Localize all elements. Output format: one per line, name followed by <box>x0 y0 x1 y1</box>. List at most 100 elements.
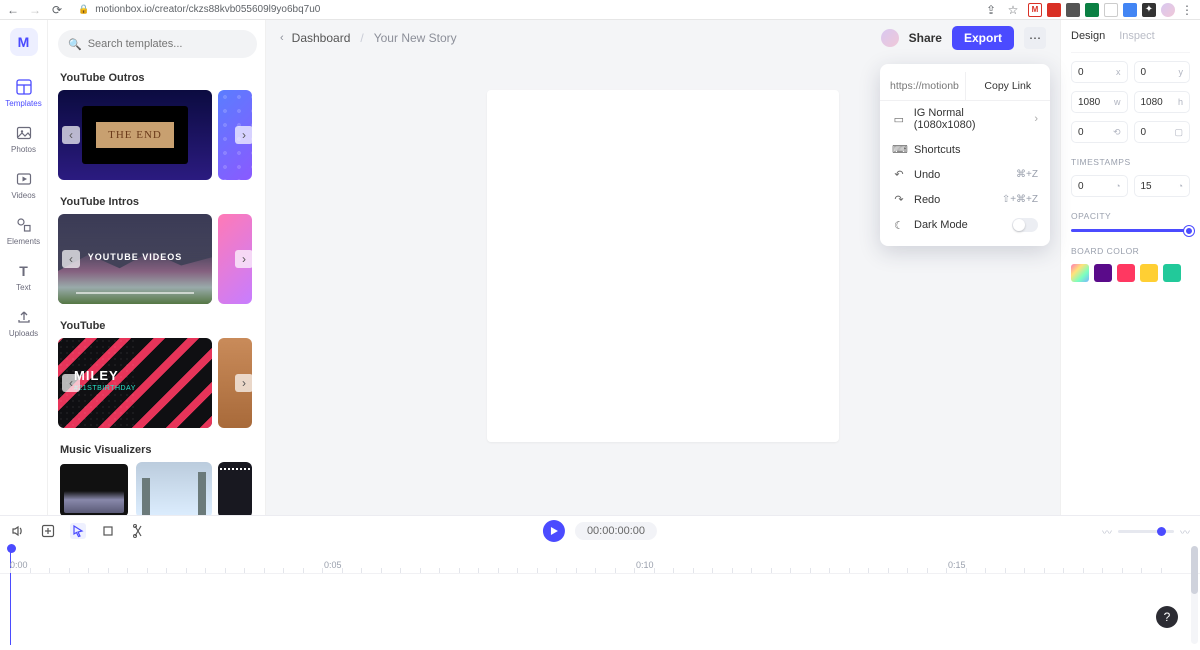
timeline-scrollbar[interactable] <box>1191 546 1198 644</box>
template-card[interactable]: THE END <box>58 90 212 180</box>
y-field[interactable]: 0y <box>1134 61 1191 83</box>
section-title: YouTube Intros <box>60 196 257 208</box>
nav-reload-icon[interactable]: ⟳ <box>50 3 64 17</box>
share-button[interactable]: Share <box>909 31 942 45</box>
timeline-ruler[interactable]: 0:00 0:05 0:10 0:15 <box>0 546 1200 574</box>
lock-icon: ⟲ <box>1113 127 1121 138</box>
width-field[interactable]: 1080w <box>1071 91 1128 113</box>
corner-icon: ▢ <box>1174 127 1183 138</box>
help-button[interactable]: ? <box>1156 606 1178 628</box>
color-swatch[interactable] <box>1094 264 1112 282</box>
more-menu-button[interactable]: ⋯ <box>1024 27 1046 49</box>
ext-icon[interactable] <box>1066 3 1080 17</box>
template-carousel: THE END ‹ › <box>58 90 257 180</box>
ext-icon[interactable] <box>1085 3 1099 17</box>
color-swatch[interactable] <box>1071 264 1089 282</box>
extension-icons: M ✦ ⋮ <box>1028 3 1194 17</box>
breadcrumb-parent[interactable]: Dashboard <box>292 31 351 45</box>
redo-icon: ↷ <box>892 193 906 206</box>
zoom-out-waveform-icon[interactable]: 〰 <box>1102 524 1112 539</box>
rail-uploads[interactable]: Uploads <box>0 300 48 346</box>
shortcuts-row[interactable]: ⌨ Shortcuts <box>880 137 1050 162</box>
zoom-in-waveform-icon[interactable]: 〰 <box>1180 524 1190 539</box>
template-card[interactable]: YOUTUBE VIDEOS <box>58 214 212 304</box>
section-title: YouTube <box>60 320 257 332</box>
section-title: Music Visualizers <box>60 444 257 456</box>
browser-menu-icon[interactable]: ⋮ <box>1180 3 1194 17</box>
split-icon[interactable] <box>130 523 146 539</box>
board-color-swatches <box>1071 264 1190 282</box>
template-card-peek[interactable] <box>218 462 252 518</box>
color-swatch[interactable] <box>1140 264 1158 282</box>
template-card[interactable]: MILEY #21STBIRTHDAY <box>58 338 212 428</box>
undo-row[interactable]: ↶ Undo ⌘+Z <box>880 162 1050 187</box>
stop-icon[interactable] <box>100 523 116 539</box>
undo-icon: ↶ <box>892 168 906 181</box>
app-logo[interactable]: M <box>10 28 38 56</box>
ext-icon[interactable] <box>1047 3 1061 17</box>
radius-y-field[interactable]: 0▢ <box>1134 121 1191 143</box>
template-card[interactable] <box>58 462 130 518</box>
dark-mode-row[interactable]: ☾ Dark Mode <box>880 212 1050 238</box>
ext-icon[interactable] <box>1104 3 1118 17</box>
nav-back-icon[interactable]: ← <box>6 3 20 17</box>
avatar[interactable] <box>881 29 899 47</box>
add-track-icon[interactable] <box>40 523 56 539</box>
breadcrumb-back-icon[interactable]: ‹ <box>280 32 284 44</box>
star-icon[interactable]: ☆ <box>1006 3 1020 17</box>
template-carousel: MILEY #21STBIRTHDAY ‹ › <box>58 338 257 428</box>
play-button[interactable] <box>543 520 565 542</box>
gmail-icon[interactable]: M <box>1028 3 1042 17</box>
export-button[interactable]: Export <box>952 26 1014 50</box>
carousel-prev-icon[interactable]: ‹ <box>62 374 80 392</box>
profile-avatar-icon[interactable] <box>1161 3 1175 17</box>
carousel-next-icon[interactable]: › <box>235 374 253 392</box>
carousel-next-icon[interactable]: › <box>235 126 253 144</box>
color-swatch[interactable] <box>1163 264 1181 282</box>
time-end-field[interactable]: 15◔ <box>1134 175 1191 197</box>
redo-row[interactable]: ↷ Redo ⇧+⌘+Z <box>880 187 1050 212</box>
x-field[interactable]: 0x <box>1071 61 1128 83</box>
timeline-zoom-slider[interactable] <box>1118 530 1174 533</box>
copy-link-button[interactable]: Copy Link <box>966 72 1051 100</box>
pointer-tool-icon[interactable] <box>70 523 86 539</box>
clock-icon: ◔ <box>1178 181 1183 191</box>
template-search[interactable]: 🔍 <box>58 30 257 58</box>
carousel-next-icon[interactable]: › <box>235 250 253 268</box>
rail-text[interactable]: T Text <box>0 254 48 300</box>
lock-icon: 🔒 <box>78 4 89 15</box>
canvas-size-row[interactable]: ▭ IG Normal (1080x1080) › <box>880 101 1050 137</box>
rail-templates[interactable]: Templates <box>0 70 48 116</box>
volume-icon[interactable] <box>10 523 26 539</box>
rail-elements[interactable]: Elements <box>0 208 48 254</box>
template-card[interactable] <box>136 462 212 518</box>
nav-forward-icon[interactable]: → <box>28 3 42 17</box>
dark-mode-toggle[interactable] <box>1012 218 1038 232</box>
ext-icon[interactable] <box>1123 3 1137 17</box>
keyboard-icon: ⌨ <box>892 143 906 156</box>
color-swatch[interactable] <box>1117 264 1135 282</box>
share-page-icon[interactable]: ⇪ <box>984 3 998 17</box>
timeline-tracks[interactable] <box>0 574 1200 644</box>
rail-videos[interactable]: Videos <box>0 162 48 208</box>
carousel-prev-icon[interactable]: ‹ <box>62 250 80 268</box>
url-bar[interactable]: 🔒 motionbox.io/creator/ckzs88kvb055609l9… <box>72 2 976 18</box>
tab-design[interactable]: Design <box>1071 30 1105 42</box>
clock-icon: ◔ <box>1115 181 1120 191</box>
rail-photos[interactable]: Photos <box>0 116 48 162</box>
browser-chrome: ← → ⟳ 🔒 motionbox.io/creator/ckzs88kvb05… <box>0 0 1200 20</box>
board-color-label: BOARD COLOR <box>1071 246 1190 256</box>
chevron-right-icon: › <box>1034 113 1038 125</box>
opacity-slider[interactable] <box>1071 229 1190 232</box>
search-input[interactable] <box>88 38 247 50</box>
share-url-preview: https://motionb <box>880 72 966 100</box>
carousel-prev-icon[interactable]: ‹ <box>62 126 80 144</box>
extensions-icon[interactable]: ✦ <box>1142 3 1156 17</box>
url-text: motionbox.io/creator/ckzs88kvb055609l9yo… <box>95 4 320 15</box>
canvas[interactable] <box>487 90 839 442</box>
time-start-field[interactable]: 0◔ <box>1071 175 1128 197</box>
template-carousel: YOUTUBE VIDEOS ‹ › <box>58 214 257 304</box>
radius-x-field[interactable]: 0⟲ <box>1071 121 1128 143</box>
tab-inspect[interactable]: Inspect <box>1119 30 1154 42</box>
height-field[interactable]: 1080h <box>1134 91 1191 113</box>
